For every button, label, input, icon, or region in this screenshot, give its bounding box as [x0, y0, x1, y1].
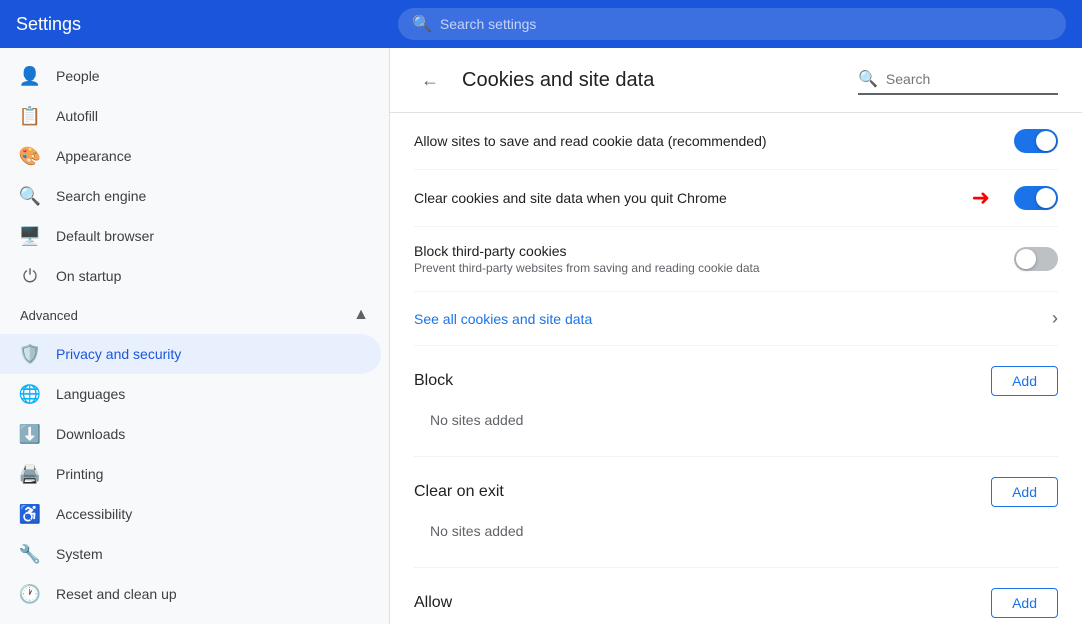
- content-header-left: ← Cookies and site data: [414, 64, 654, 96]
- shield-icon: 🛡️: [20, 344, 40, 364]
- sidebar-label-downloads: Downloads: [56, 426, 125, 442]
- advanced-section-header[interactable]: Advanced ▲: [0, 296, 389, 334]
- top-bar: Settings 🔍: [0, 0, 1082, 48]
- content-search-bar[interactable]: 🔍: [858, 65, 1058, 95]
- accessibility-icon: ♿: [20, 504, 40, 524]
- autofill-icon: 📋: [20, 106, 40, 126]
- advanced-chevron-icon: ▲: [353, 306, 369, 324]
- back-button[interactable]: ←: [414, 64, 446, 96]
- allow-section-header: Allow Add: [414, 588, 1058, 618]
- allow-section: Allow Add: [414, 568, 1058, 624]
- clear-on-exit-section: Clear on exit Add No sites added: [414, 457, 1058, 568]
- sidebar-item-downloads[interactable]: ⬇️ Downloads: [0, 414, 381, 454]
- clear-on-quit-toggle[interactable]: [1014, 186, 1058, 210]
- sidebar-label-reset: Reset and clean up: [56, 586, 177, 602]
- clear-on-quit-row: Clear cookies and site data when you qui…: [414, 170, 1058, 227]
- sidebar: 👤 People 📋 Autofill 🎨 Appearance 🔍 Searc…: [0, 48, 390, 624]
- sidebar-label-accessibility: Accessibility: [56, 506, 132, 522]
- on-startup-icon: ⏻: [20, 266, 40, 286]
- block-section: Block Add No sites added: [414, 346, 1058, 457]
- allow-title: Allow: [414, 594, 452, 612]
- clear-on-exit-no-sites: No sites added: [414, 515, 1058, 547]
- sidebar-label-printing: Printing: [56, 466, 103, 482]
- sidebar-label-system: System: [56, 546, 103, 562]
- clear-on-exit-add-button[interactable]: Add: [991, 477, 1058, 507]
- sidebar-item-search-engine[interactable]: 🔍 Search engine: [0, 176, 381, 216]
- sidebar-label-on-startup: On startup: [56, 268, 121, 284]
- block-no-sites: No sites added: [414, 404, 1058, 436]
- chevron-right-icon: ›: [1052, 308, 1058, 329]
- content-search-icon: 🔍: [858, 69, 878, 89]
- reset-icon: 🕐: [20, 584, 40, 604]
- allow-cookies-label: Allow sites to save and read cookie data…: [414, 133, 1014, 149]
- advanced-label: Advanced: [20, 308, 78, 323]
- sidebar-item-default-browser[interactable]: 🖥️ Default browser: [0, 216, 381, 256]
- app-title: Settings: [16, 14, 386, 35]
- sidebar-item-accessibility[interactable]: ♿ Accessibility: [0, 494, 381, 534]
- toggle-thumb: [1036, 131, 1056, 151]
- content-title: Cookies and site data: [462, 69, 654, 92]
- content-area: ← Cookies and site data 🔍 Allow sites to…: [390, 48, 1082, 624]
- block-third-party-toggle[interactable]: [1014, 247, 1058, 271]
- clear-on-quit-label: Clear cookies and site data when you qui…: [414, 190, 1014, 206]
- content-header: ← Cookies and site data 🔍: [390, 48, 1082, 113]
- appearance-icon: 🎨: [20, 146, 40, 166]
- main-layout: 👤 People 📋 Autofill 🎨 Appearance 🔍 Searc…: [0, 48, 1082, 624]
- red-arrow-indicator: ➜: [972, 185, 990, 211]
- block-section-header: Block Add: [414, 366, 1058, 396]
- sidebar-item-people[interactable]: 👤 People: [0, 56, 381, 96]
- sidebar-item-autofill[interactable]: 📋 Autofill: [0, 96, 381, 136]
- allow-add-button[interactable]: Add: [991, 588, 1058, 618]
- languages-icon: 🌐: [20, 384, 40, 404]
- see-all-label: See all cookies and site data: [414, 311, 592, 327]
- sidebar-item-printing[interactable]: 🖨️ Printing: [0, 454, 381, 494]
- sidebar-label-languages: Languages: [56, 386, 125, 402]
- toggle-thumb-2: [1036, 188, 1056, 208]
- sidebar-label-appearance: Appearance: [56, 148, 132, 164]
- see-all-cookies-row[interactable]: See all cookies and site data ›: [414, 292, 1058, 346]
- clear-on-exit-title: Clear on exit: [414, 483, 504, 501]
- top-search-bar[interactable]: 🔍: [398, 8, 1066, 40]
- sidebar-label-people: People: [56, 68, 100, 84]
- block-third-party-desc: Prevent third-party websites from saving…: [414, 261, 1014, 275]
- block-title: Block: [414, 372, 453, 390]
- top-search-input[interactable]: [440, 16, 1052, 32]
- sidebar-item-on-startup[interactable]: ⏻ On startup: [0, 256, 381, 296]
- printing-icon: 🖨️: [20, 464, 40, 484]
- content-search-input[interactable]: [886, 71, 1046, 87]
- sidebar-item-reset[interactable]: 🕐 Reset and clean up: [0, 574, 381, 614]
- default-browser-icon: 🖥️: [20, 226, 40, 246]
- sidebar-item-languages[interactable]: 🌐 Languages: [0, 374, 381, 414]
- block-add-button[interactable]: Add: [991, 366, 1058, 396]
- sidebar-label-default-browser: Default browser: [56, 228, 154, 244]
- sidebar-item-system[interactable]: 🔧 System: [0, 534, 381, 574]
- downloads-icon: ⬇️: [20, 424, 40, 444]
- allow-cookies-toggle[interactable]: [1014, 129, 1058, 153]
- search-engine-icon: 🔍: [20, 186, 40, 206]
- sidebar-label-autofill: Autofill: [56, 108, 98, 124]
- sidebar-label-privacy: Privacy and security: [56, 346, 181, 362]
- block-third-party-row: Block third-party cookies Prevent third-…: [414, 227, 1058, 292]
- system-icon: 🔧: [20, 544, 40, 564]
- block-third-party-label: Block third-party cookies: [414, 243, 1014, 259]
- sidebar-label-search-engine: Search engine: [56, 188, 146, 204]
- allow-cookies-row: Allow sites to save and read cookie data…: [414, 113, 1058, 170]
- settings-section: Allow sites to save and read cookie data…: [390, 113, 1082, 624]
- person-icon: 👤: [20, 66, 40, 86]
- sidebar-item-appearance[interactable]: 🎨 Appearance: [0, 136, 381, 176]
- toggle-thumb-3: [1016, 249, 1036, 269]
- clear-on-exit-section-header: Clear on exit Add: [414, 477, 1058, 507]
- top-search-icon: 🔍: [412, 14, 432, 34]
- sidebar-item-privacy[interactable]: 🛡️ Privacy and security: [0, 334, 381, 374]
